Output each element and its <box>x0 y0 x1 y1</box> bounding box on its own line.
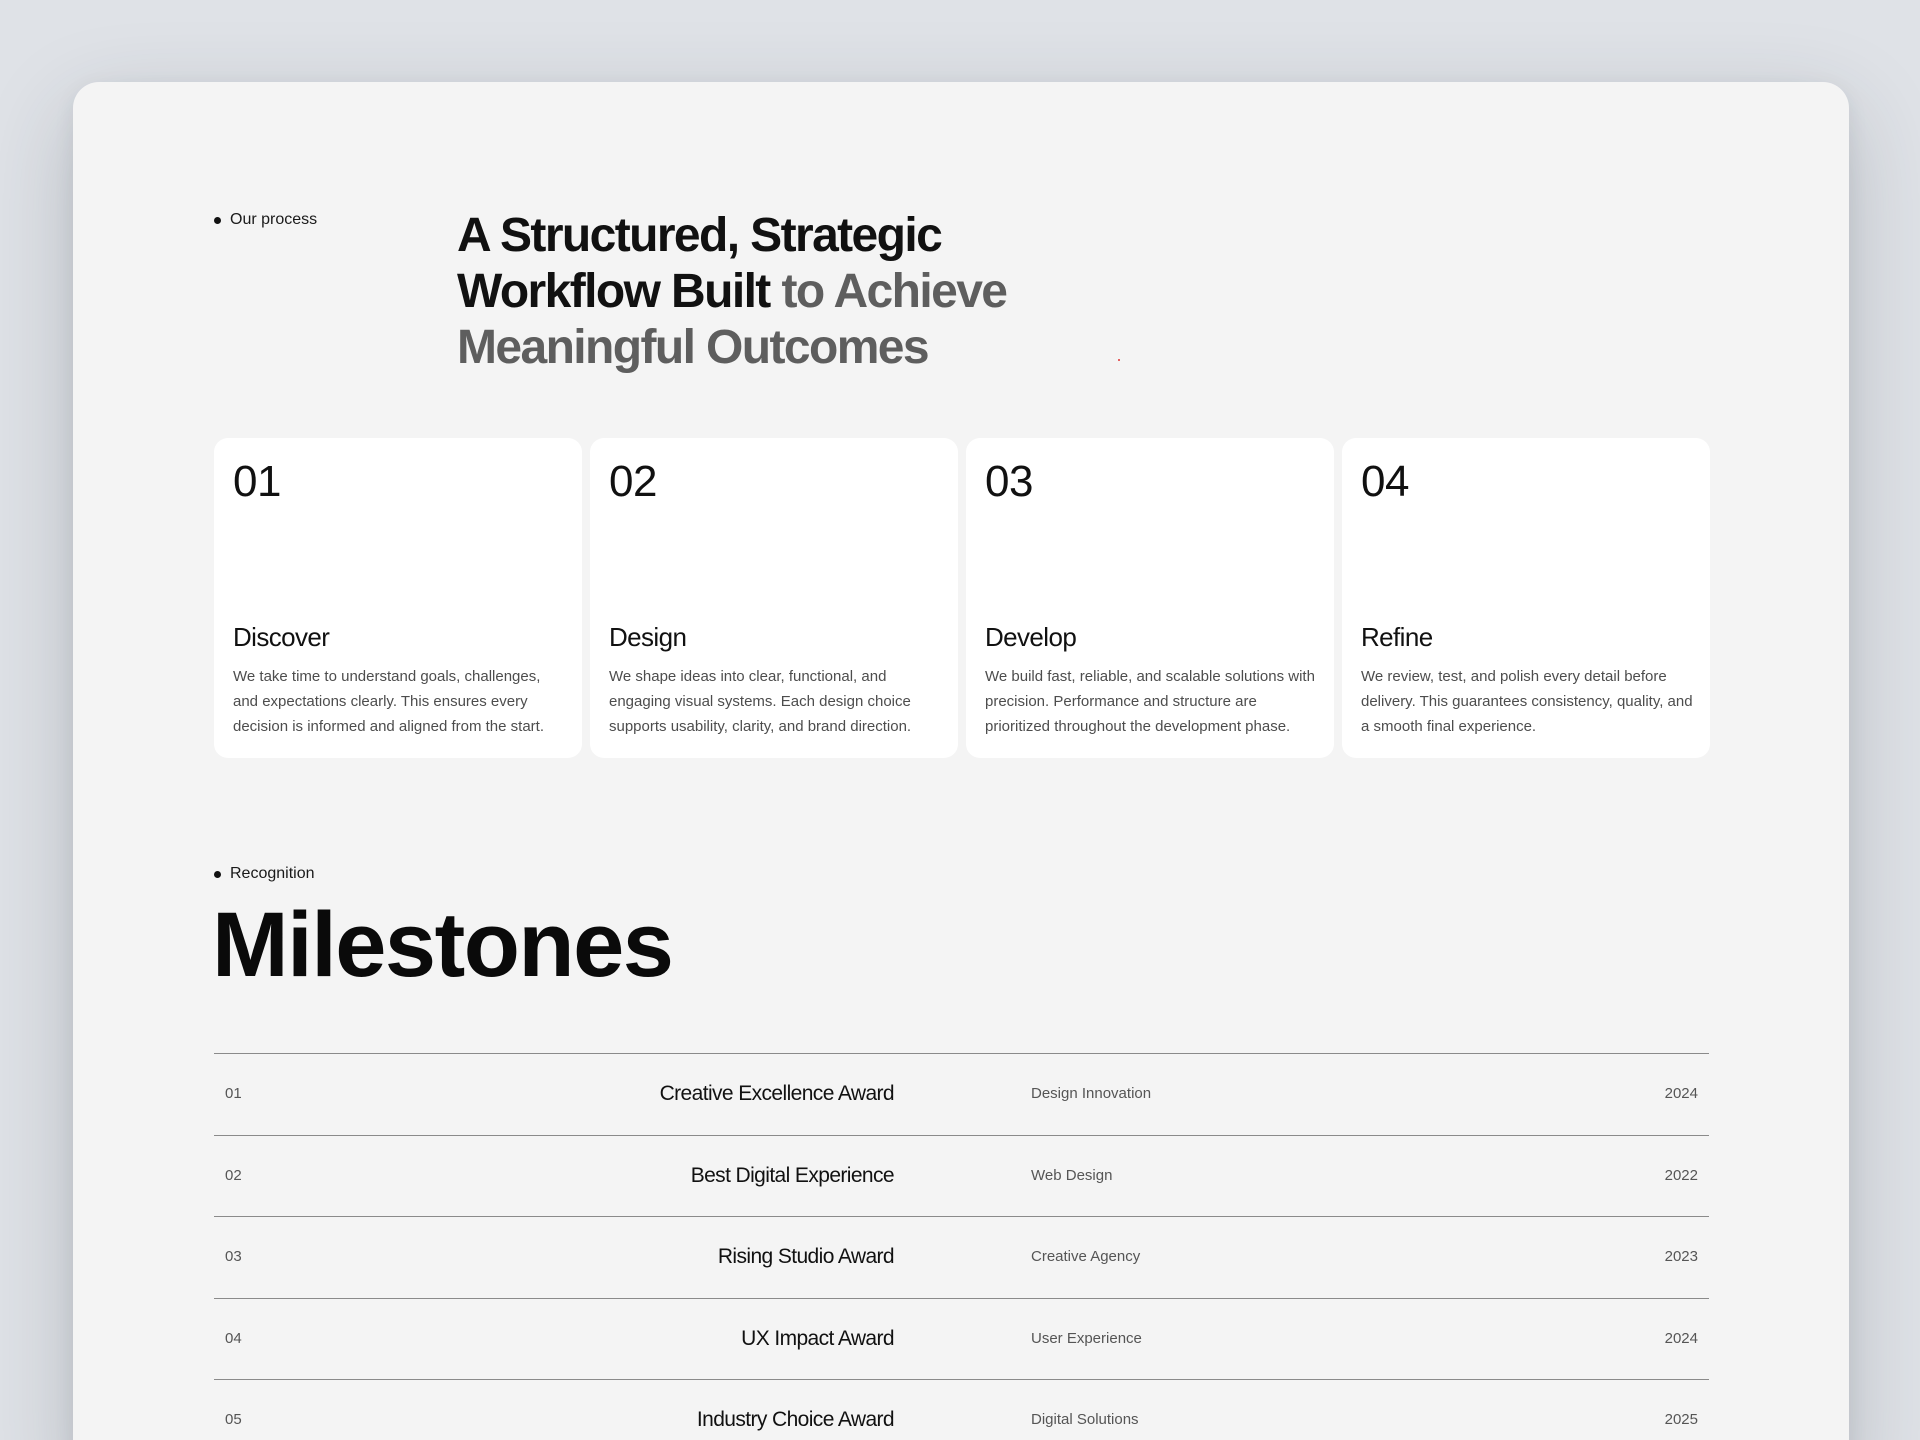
step-description: We shape ideas into clear, functional, a… <box>609 668 912 735</box>
bullet-dot-icon <box>214 216 221 224</box>
recognition-eyebrow: Recognition <box>214 865 315 883</box>
row-index: 04 <box>225 1329 242 1347</box>
row-index: 02 <box>225 1166 242 1184</box>
row-index: 03 <box>225 1248 242 1265</box>
process-card: 03 Develop We build fast, reliable, and … <box>966 438 1334 758</box>
award-category: Design Innovation <box>1031 1085 1152 1102</box>
step-description: We build fast, reliable, and scalable so… <box>985 668 1315 735</box>
award-name: Creative Excellence Award <box>659 1082 895 1105</box>
cursor-marker <box>1118 359 1120 361</box>
award-year: 2025 <box>1664 1411 1698 1428</box>
process-card: 01 Discover We take time to understand g… <box>214 438 582 758</box>
step-title: Discover <box>233 622 330 652</box>
process-steps: 01 Discover We take time to understand g… <box>214 438 1710 758</box>
step-description: We review, test, and polish every detail… <box>1361 668 1693 735</box>
process-eyebrow-label: Our process <box>230 211 318 228</box>
award-category: Digital Solutions <box>1031 1411 1139 1428</box>
award-year: 2024 <box>1664 1085 1698 1102</box>
award-category: Creative Agency <box>1031 1248 1141 1265</box>
award-year: 2024 <box>1664 1329 1698 1347</box>
table-row: 03 Rising Studio Award Creative Agency 2… <box>214 1217 1709 1299</box>
step-title: Refine <box>1361 622 1433 652</box>
award-name: Industry Choice Award <box>696 1408 895 1431</box>
step-title: Develop <box>985 622 1077 652</box>
step-number: 04 <box>1361 457 1409 506</box>
process-card: 02 Design We shape ideas into clear, fun… <box>590 438 958 758</box>
award-name: UX Impact Award <box>741 1326 894 1350</box>
table-row: 02 Best Digital Experience Web Design 20… <box>214 1136 1709 1217</box>
step-number: 02 <box>609 457 657 506</box>
milestones-table: 01 Creative Excellence Award Design Inno… <box>214 1053 1709 1440</box>
step-number: 03 <box>985 457 1033 506</box>
award-year: 2023 <box>1664 1248 1698 1265</box>
process-eyebrow: Our process <box>214 211 317 229</box>
step-title: Design <box>609 622 687 652</box>
award-category: User Experience <box>1031 1329 1142 1347</box>
page-frame: Our process A Structured, Strategic Work… <box>73 82 1849 1440</box>
row-index: 05 <box>225 1411 242 1428</box>
table-row: 01 Creative Excellence Award Design Inno… <box>214 1054 1709 1136</box>
award-year: 2022 <box>1664 1166 1698 1184</box>
step-number: 01 <box>233 457 281 506</box>
step-description: We take time to understand goals, challe… <box>233 668 544 735</box>
process-headline: A Structured, Strategic Workflow Built t… <box>457 208 1097 376</box>
award-name: Best Digital Experience <box>690 1163 895 1187</box>
process-card: 04 Refine We review, test, and polish ev… <box>1342 438 1710 758</box>
table-row: 05 Industry Choice Award Digital Solutio… <box>214 1380 1709 1440</box>
recognition-eyebrow-label: Recognition <box>230 865 315 882</box>
bullet-dot-icon <box>214 870 221 878</box>
award-category: Web Design <box>1031 1166 1113 1184</box>
award-name: Rising Studio Award <box>717 1245 895 1268</box>
milestones-title: Milestones <box>212 894 674 996</box>
row-index: 01 <box>225 1085 242 1102</box>
table-row: 04 UX Impact Award User Experience 2024 <box>214 1299 1709 1380</box>
